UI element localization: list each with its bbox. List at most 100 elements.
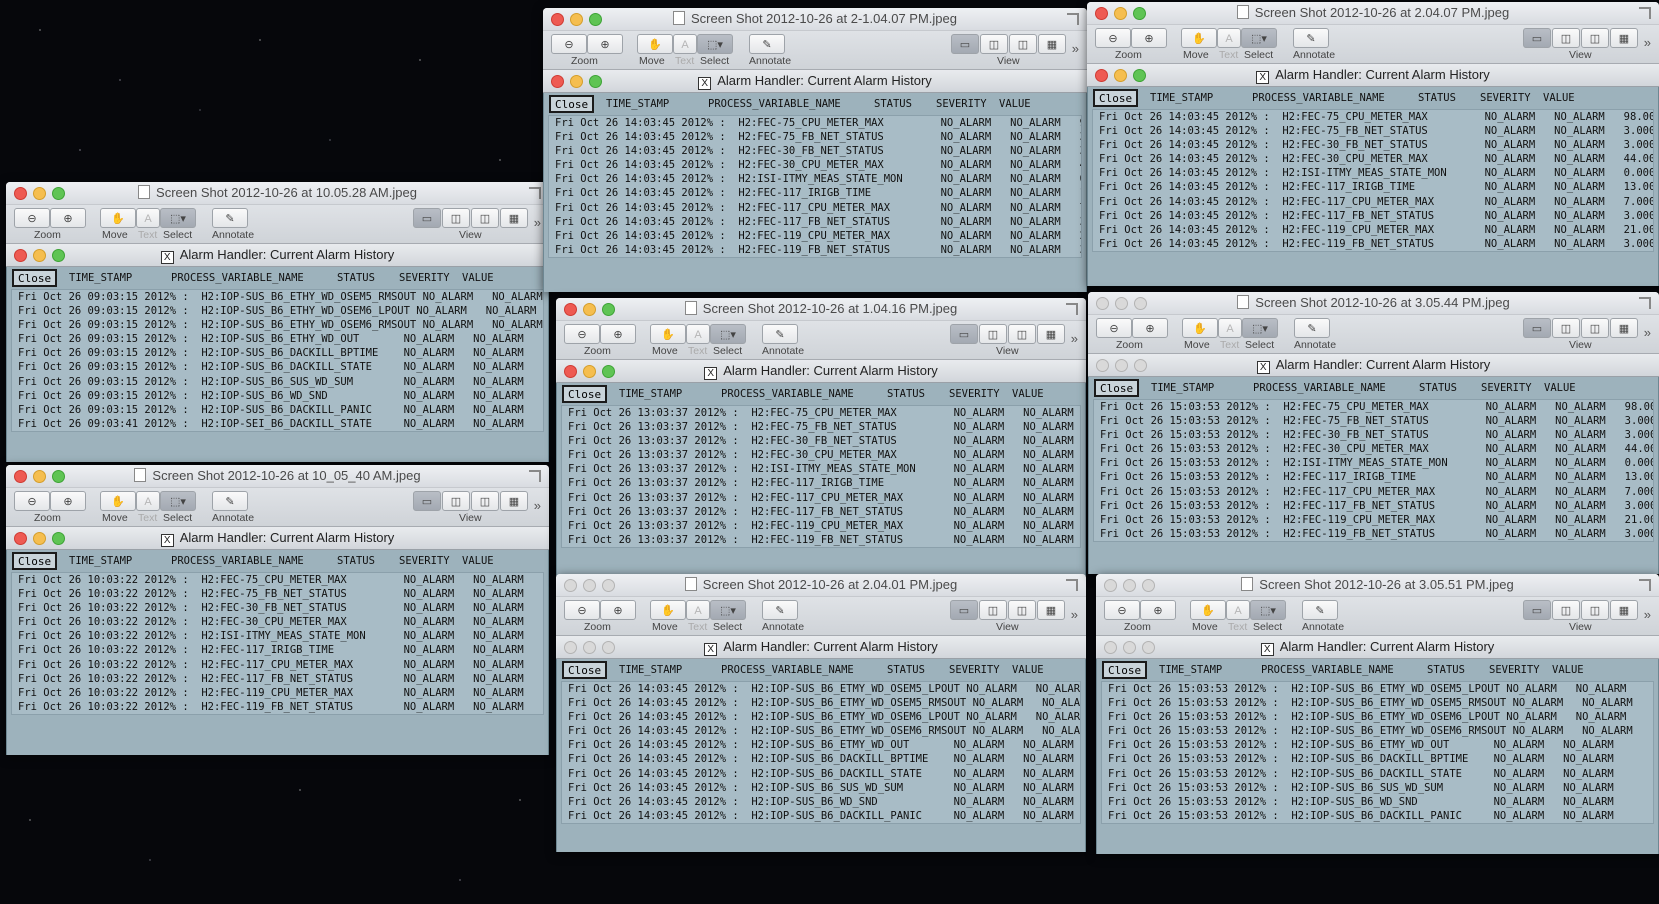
close-window-button[interactable]: [1104, 579, 1117, 592]
annotate-button[interactable]: ✎: [762, 324, 798, 344]
zoom-out-button[interactable]: ⊖: [1096, 318, 1132, 338]
alarm-minimize-window-button[interactable]: [33, 532, 46, 545]
zoom-out-button[interactable]: ⊖: [14, 491, 50, 511]
minimize-window-button[interactable]: [33, 470, 46, 483]
alarm-history-list[interactable]: Fri Oct 26 10:03:22 2012% : H2:FEC-75_CP…: [11, 572, 544, 715]
fullscreen-icon[interactable]: [1066, 579, 1078, 591]
alarm-history-list[interactable]: Fri Oct 26 09:03:15 2012% : H2:IOP-SUS_B…: [11, 289, 544, 432]
move-tool-button[interactable]: ✋: [1181, 28, 1217, 48]
alarm-history-list[interactable]: Fri Oct 26 14:03:45 2012% : H2:IOP-SUS_B…: [561, 681, 1081, 824]
preview-window[interactable]: Screen Shot 2012-10-26 at 2.04.07 PM.jpe…: [1087, 2, 1659, 286]
view-sidebar-button[interactable]: ◫: [442, 208, 470, 228]
close-button[interactable]: Close: [1093, 89, 1139, 107]
close-button[interactable]: Close: [1094, 379, 1140, 397]
zoom-window-button[interactable]: [52, 187, 65, 200]
alarm-minimize-window-button[interactable]: [570, 75, 583, 88]
text-tool-button[interactable]: A: [1226, 600, 1250, 620]
zoom-out-button[interactable]: ⊖: [551, 34, 587, 54]
close-window-button[interactable]: [14, 187, 27, 200]
preview-window[interactable]: Screen Shot 2012-10-26 at 1.04.16 PM.jpe…: [556, 298, 1086, 576]
text-tool-button[interactable]: A: [673, 34, 697, 54]
alarm-history-list[interactable]: Fri Oct 26 13:03:37 2012% : H2:FEC-75_CP…: [561, 405, 1081, 548]
move-tool-button[interactable]: ✋: [1182, 318, 1218, 338]
view-single-button[interactable]: ▭: [1523, 28, 1551, 48]
view-two-page-button[interactable]: ◫: [1009, 34, 1037, 54]
view-sidebar-button[interactable]: ◫: [979, 324, 1007, 344]
move-tool-button[interactable]: ✋: [650, 324, 686, 344]
alarm-zoom-window-button[interactable]: [602, 365, 615, 378]
select-tool-button[interactable]: ⬚▾: [1242, 318, 1278, 338]
alarm-minimize-window-button[interactable]: [583, 641, 596, 654]
preview-title-bar[interactable]: Screen Shot 2012-10-26 at 3.05.51 PM.jpe…: [1096, 574, 1659, 597]
minimize-window-button[interactable]: [1115, 297, 1128, 310]
text-tool-button[interactable]: A: [686, 324, 710, 344]
toolbar-overflow-icon[interactable]: »: [1644, 325, 1651, 340]
annotate-button[interactable]: ✎: [749, 34, 785, 54]
preview-title-bar[interactable]: Screen Shot 2012-10-26 at 2.04.07 PM.jpe…: [1087, 2, 1659, 25]
view-sidebar-button[interactable]: ◫: [980, 34, 1008, 54]
alarm-close-window-button[interactable]: [1096, 359, 1109, 372]
annotate-button[interactable]: ✎: [212, 208, 248, 228]
view-sidebar-button[interactable]: ◫: [1552, 318, 1580, 338]
minimize-window-button[interactable]: [1114, 7, 1127, 20]
fullscreen-icon[interactable]: [1639, 7, 1651, 19]
minimize-window-button[interactable]: [583, 579, 596, 592]
close-button[interactable]: Close: [562, 661, 608, 679]
preview-window[interactable]: Screen Shot 2012-10-26 at 10.05.28 AM.jp…: [6, 182, 549, 462]
minimize-window-button[interactable]: [1123, 579, 1136, 592]
preview-title-bar[interactable]: Screen Shot 2012-10-26 at 10_05_40 AM.jp…: [6, 465, 549, 488]
alarm-close-window-button[interactable]: [1095, 69, 1108, 82]
close-window-button[interactable]: [14, 470, 27, 483]
zoom-out-button[interactable]: ⊖: [564, 600, 600, 620]
close-button[interactable]: Close: [549, 95, 595, 113]
text-tool-button[interactable]: A: [686, 600, 710, 620]
select-tool-button[interactable]: ⬚▾: [160, 208, 196, 228]
view-contact-sheet-button[interactable]: ▦: [1610, 318, 1638, 338]
toolbar-overflow-icon[interactable]: »: [534, 215, 541, 230]
preview-window[interactable]: Screen Shot 2012-10-26 at 3.05.51 PM.jpe…: [1096, 574, 1659, 854]
alarm-minimize-window-button[interactable]: [583, 365, 596, 378]
view-sidebar-button[interactable]: ◫: [1552, 600, 1580, 620]
fullscreen-icon[interactable]: [1639, 297, 1651, 309]
zoom-window-button[interactable]: [52, 470, 65, 483]
preview-window[interactable]: Screen Shot 2012-10-26 at 3.05.44 PM.jpe…: [1088, 292, 1659, 574]
view-contact-sheet-button[interactable]: ▦: [500, 491, 528, 511]
text-tool-button[interactable]: A: [1217, 28, 1241, 48]
toolbar-overflow-icon[interactable]: »: [1644, 607, 1651, 622]
view-two-page-button[interactable]: ◫: [1581, 28, 1609, 48]
close-window-button[interactable]: [1095, 7, 1108, 20]
select-tool-button[interactable]: ⬚▾: [710, 324, 746, 344]
annotate-button[interactable]: ✎: [762, 600, 798, 620]
fullscreen-icon[interactable]: [1639, 579, 1651, 591]
zoom-window-button[interactable]: [602, 303, 615, 316]
fullscreen-icon[interactable]: [529, 470, 541, 482]
view-single-button[interactable]: ▭: [950, 600, 978, 620]
close-window-button[interactable]: [564, 579, 577, 592]
alarm-zoom-window-button[interactable]: [1142, 641, 1155, 654]
alarm-history-list[interactable]: Fri Oct 26 14:03:45 2012% : H2:FEC-75_CP…: [548, 115, 1082, 258]
close-button[interactable]: Close: [1102, 661, 1148, 679]
zoom-in-button[interactable]: ⊕: [50, 208, 86, 228]
close-window-button[interactable]: [551, 13, 564, 26]
preview-title-bar[interactable]: Screen Shot 2012-10-26 at 2.04.01 PM.jpe…: [556, 574, 1086, 597]
alarm-close-window-button[interactable]: [564, 641, 577, 654]
alarm-window-title-bar[interactable]: X Alarm Handler: Current Alarm History: [6, 527, 549, 550]
fullscreen-icon[interactable]: [1067, 13, 1079, 25]
zoom-window-button[interactable]: [1142, 579, 1155, 592]
alarm-close-window-button[interactable]: [1104, 641, 1117, 654]
alarm-window-title-bar[interactable]: X Alarm Handler: Current Alarm History: [6, 244, 549, 267]
alarm-history-list[interactable]: Fri Oct 26 15:03:53 2012% : H2:IOP-SUS_B…: [1101, 681, 1654, 824]
view-sidebar-button[interactable]: ◫: [442, 491, 470, 511]
text-tool-button[interactable]: A: [136, 491, 160, 511]
minimize-window-button[interactable]: [583, 303, 596, 316]
alarm-close-window-button[interactable]: [14, 532, 27, 545]
alarm-zoom-window-button[interactable]: [52, 532, 65, 545]
alarm-minimize-window-button[interactable]: [1114, 69, 1127, 82]
toolbar-overflow-icon[interactable]: »: [1072, 41, 1079, 56]
alarm-window-title-bar[interactable]: X Alarm Handler: Current Alarm History: [556, 360, 1086, 383]
zoom-out-button[interactable]: ⊖: [1095, 28, 1131, 48]
minimize-window-button[interactable]: [570, 13, 583, 26]
zoom-out-button[interactable]: ⊖: [14, 208, 50, 228]
alarm-zoom-window-button[interactable]: [602, 641, 615, 654]
select-tool-button[interactable]: ⬚▾: [160, 491, 196, 511]
